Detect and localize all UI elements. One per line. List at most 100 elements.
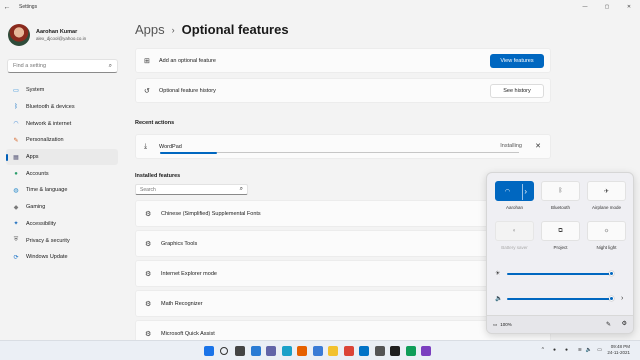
search-icon[interactable]: ⌕ <box>109 63 112 70</box>
quick-tile-airplane-mode[interactable]: ✈ <box>587 181 626 201</box>
wifi-icon: ◠ <box>504 188 511 195</box>
sidebar-item-label: Accessibility <box>26 220 56 227</box>
installed-feature-name: Graphics Tools <box>161 240 198 247</box>
search-icon[interactable]: ⌕ <box>240 186 243 193</box>
minimize-icon[interactable]: — <box>574 0 596 14</box>
sidebar-item-windows-update[interactable]: ⟳ Windows Update <box>6 249 118 266</box>
store-icon[interactable] <box>312 346 323 356</box>
quick-tile-aarohan[interactable]: ◠ › <box>495 181 534 201</box>
chat-icon[interactable] <box>266 346 276 356</box>
sidebar-item-label: Personalization <box>26 137 64 144</box>
profile-name: Aarohan Kumar <box>36 29 78 35</box>
quick-tile-label: Airplane mode <box>591 205 622 210</box>
tray-app-icon[interactable]: ● <box>553 347 556 353</box>
sidebar-item-apps[interactable]: ▦ Apps <box>6 148 118 166</box>
sidebar-item-system[interactable]: ▭ System <box>6 82 118 99</box>
quick-settings-footer: ▭ 100% ✎ ⚙ <box>487 315 633 333</box>
update-icon: ⟳ <box>13 254 19 261</box>
gear-icon[interactable]: ⚙ <box>622 320 627 327</box>
user-profile[interactable]: Aarohan Kumar alex_djcool@yahoo.co.in <box>8 24 86 46</box>
view-features-button[interactable]: View features <box>490 54 544 68</box>
quick-tile-battery-saver: ◐ <box>495 221 534 241</box>
start-icon[interactable] <box>204 346 214 356</box>
quick-tile-night-light[interactable]: ☼ <box>587 221 626 241</box>
sidebar-item-accounts[interactable]: ● Accounts <box>6 165 118 182</box>
sidebar-item-label: Apps <box>26 154 39 161</box>
quick-tile-project[interactable]: ⧉ <box>541 221 580 241</box>
back-arrow-icon[interactable]: ← <box>0 4 14 11</box>
search-icon[interactable] <box>219 347 228 355</box>
sidebar-item-gaming[interactable]: ◆ Gaming <box>6 199 118 216</box>
maximize-icon[interactable]: ▢ <box>596 0 618 14</box>
close-icon[interactable]: ✕ <box>618 0 640 14</box>
installed-feature-name: Chinese (Simplified) Supplemental Fonts <box>161 210 261 217</box>
feature-gear-icon: ⚙ <box>145 240 152 248</box>
brightness-slider[interactable] <box>507 271 614 276</box>
person-icon: ● <box>14 170 18 177</box>
see-history-button[interactable]: See history <box>490 84 544 98</box>
sidebar-item-label: Accounts <box>26 170 49 177</box>
history-icon: ↺ <box>144 87 150 95</box>
sidebar-item-label: Windows Update <box>26 254 68 261</box>
quick-tile-bluetooth[interactable]: ᛒ <box>541 181 580 201</box>
chevron-right-icon[interactable]: › <box>621 295 623 302</box>
wifi-icon[interactable]: ≋ <box>578 347 582 353</box>
explorer-icon[interactable] <box>328 346 338 356</box>
find-setting-box: ⌕ <box>7 59 118 73</box>
window-controls: — ▢ ✕ <box>574 0 640 14</box>
media-icon[interactable] <box>390 346 400 356</box>
sidebar-item-time-language[interactable]: ◍ Time & language <box>6 182 118 199</box>
taskbar-clock[interactable]: 09:48 PM 24-11-2021 <box>607 344 630 356</box>
firefox-icon[interactable] <box>297 346 307 356</box>
breadcrumb-parent[interactable]: Apps <box>135 22 165 37</box>
app2-icon[interactable] <box>421 346 431 356</box>
breadcrumb: Apps › Optional features <box>135 22 289 37</box>
chevron-right-icon[interactable]: › <box>524 187 527 196</box>
feature-gear-icon: ⚙ <box>145 210 152 218</box>
widgets-icon[interactable] <box>250 346 261 356</box>
gamepad-icon: ◆ <box>13 204 19 211</box>
add-grid-icon: ⊞ <box>144 57 150 65</box>
project-icon: ⧉ <box>558 227 563 234</box>
volume-slider-thumb[interactable] <box>609 296 614 301</box>
brightness-slider-thumb[interactable] <box>609 271 614 276</box>
window-title: Settings <box>19 4 38 10</box>
title-bar: ← Settings <box>0 0 640 14</box>
quick-tile-label: Bluetooth <box>550 205 570 210</box>
edge-icon[interactable] <box>281 346 292 356</box>
tray-app2-icon[interactable]: ● <box>565 347 568 353</box>
sidebar-item-label: Time & language <box>26 187 68 194</box>
sidebar-item-label: Network & internet <box>26 120 72 127</box>
monitor-icon: ▭ <box>13 87 19 94</box>
wifi-icon: ◠ <box>13 121 19 128</box>
battery-saver-icon: ◐ <box>512 228 517 234</box>
feature-gear-icon: ⚙ <box>145 330 152 338</box>
quick-settings-panel: ☀ 🔈 › ▭ 100% ✎ ⚙ ◠ › Aarohan ᛒ Bluetooth ✈ Air… <box>486 172 634 334</box>
settings-icon[interactable] <box>374 346 385 356</box>
installed-feature-name: Internet Explorer mode <box>161 270 217 277</box>
volume-icon[interactable]: 🔈 <box>586 347 592 353</box>
installed-search-input[interactable] <box>140 186 232 193</box>
tray-chevron-up-icon[interactable]: ^ <box>542 347 544 353</box>
recent-action-name: WordPad <box>159 143 182 150</box>
edit-pencil-icon[interactable]: ✎ <box>606 321 611 328</box>
add-feature-card: ⊞ Add an optional feature View features <box>135 48 551 73</box>
find-setting-input[interactable] <box>13 63 103 69</box>
accessibility-icon: ✦ <box>13 221 19 228</box>
cancel-install-icon[interactable]: ✕ <box>535 142 541 150</box>
mail-icon[interactable] <box>359 346 369 356</box>
sidebar-item-privacy-security[interactable]: ⛨ Privacy & security <box>6 232 118 249</box>
recent-actions-heading: Recent actions <box>135 120 175 126</box>
sidebar-item-bluetooth-devices[interactable]: ᛒ Bluetooth & devices <box>6 99 118 116</box>
task-view-icon[interactable] <box>235 346 245 356</box>
app-icon[interactable] <box>405 346 416 356</box>
sidebar-item-network-internet[interactable]: ◠ Network & internet <box>6 115 118 132</box>
volume-slider[interactable] <box>507 296 614 301</box>
sidebar-item-accessibility[interactable]: ✦ Accessibility <box>6 216 118 233</box>
quick-tile-label: Night light <box>596 245 617 250</box>
battery-icon[interactable]: ▭ <box>597 347 602 353</box>
volume-icon[interactable]: 🔈 <box>495 295 502 302</box>
sidebar-item-personalization[interactable]: ✎ Personalization <box>6 132 118 149</box>
shield-icon: ⛨ <box>13 237 19 244</box>
chrome-icon[interactable] <box>343 346 354 356</box>
